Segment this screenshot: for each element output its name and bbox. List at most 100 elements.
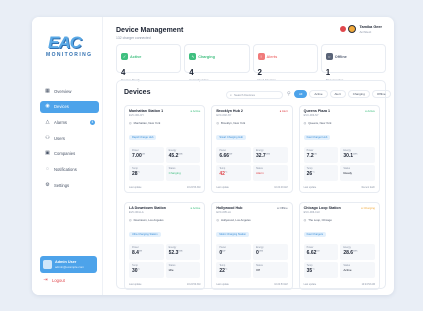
status-badge: ● Charging bbox=[361, 206, 375, 210]
device-tag: Rapid Charge Hub bbox=[129, 135, 157, 140]
temp-unit: °C bbox=[312, 268, 315, 271]
power-unit: kW bbox=[141, 153, 145, 156]
device-id: EVC-001-NY bbox=[129, 114, 144, 117]
card-footer: Last update 10:24:53 AM bbox=[129, 186, 200, 189]
status-text: Charging bbox=[363, 206, 375, 210]
page-subtitle: 132 charger connected bbox=[116, 36, 151, 40]
sidebar-item-companies[interactable]: ▣ Companies bbox=[40, 148, 99, 160]
device-card[interactable]: Brooklyn Hub 2 EVC-002-NY ● Alert ◎ Brooklyn… bbox=[211, 105, 293, 193]
sidebar-item-label: Notifications bbox=[54, 166, 77, 172]
stat-value: 4 bbox=[121, 68, 126, 77]
device-card[interactable]: Queens Plaza 1 EVC-003-NY ● Active ◎ Queens,… bbox=[298, 105, 380, 193]
sidebar-nav: ▦ Overview ◉ Devices △ Alarms 4 ⚇ Users … bbox=[40, 85, 99, 195]
metric-value: 28°C bbox=[132, 171, 161, 177]
energy-value: 30.1 bbox=[343, 153, 354, 159]
sidebar-item-label: Overview bbox=[54, 88, 72, 94]
logout-button[interactable]: ⇥ Logout bbox=[43, 278, 64, 284]
device-card[interactable]: Chicago Loop Station EVC-006-CHI ● Chargin… bbox=[298, 202, 380, 290]
device-id: EVC-003-NY bbox=[303, 114, 319, 117]
last-update-label: Last update bbox=[216, 283, 229, 286]
filter-icon[interactable]: ⚲ bbox=[287, 91, 291, 97]
energy-value: 52.3 bbox=[168, 250, 179, 256]
status-value: Charging bbox=[168, 171, 181, 175]
metric-value: 32.7kWh bbox=[256, 153, 285, 159]
metric-energy: Energy 28.6kWh bbox=[340, 244, 375, 260]
devices-title: Devices bbox=[124, 89, 151, 96]
device-location: ◎ Queens, New York bbox=[304, 121, 375, 125]
building-icon: ▣ bbox=[45, 150, 50, 157]
metric-value: 45.2kWh bbox=[169, 153, 198, 159]
metric-value: 30°C bbox=[132, 268, 161, 274]
metric-temp: Temp 35°C bbox=[303, 262, 339, 278]
metric-energy: Energy 32.7kWh bbox=[252, 147, 288, 163]
device-tag: Ultra Charging Station bbox=[129, 232, 161, 237]
power-unit: kW bbox=[138, 250, 143, 253]
header-user[interactable]: Tamika Geer Architect bbox=[340, 25, 382, 34]
metric-label: Temp bbox=[306, 264, 313, 267]
device-card[interactable]: Manhattan Station 1 EVC-001-NY ● Active ◎ Ma… bbox=[124, 105, 206, 193]
avatar bbox=[43, 260, 52, 269]
sidebar-user-card[interactable]: Admin User admin@example.com bbox=[40, 256, 97, 273]
filter-charging[interactable]: Charging bbox=[347, 90, 370, 98]
metric-value: 35°C bbox=[307, 268, 336, 274]
metric-label: Energy bbox=[168, 246, 177, 249]
avatar bbox=[348, 25, 357, 34]
sidebar-item-notifications[interactable]: ◌ Notifications bbox=[40, 163, 99, 175]
location-pin-icon: ◎ bbox=[216, 218, 219, 222]
location-text: Downtown, Los Angeles bbox=[133, 218, 164, 222]
last-update-label: Last update bbox=[303, 283, 317, 286]
stat-card-offline[interactable]: ○ Offline 1 Disconnection bbox=[320, 44, 386, 82]
metric-status: Status Active bbox=[340, 262, 375, 278]
device-card[interactable]: LA Downtown Station EVC-004-LA ● Active ◎ Do… bbox=[124, 202, 206, 290]
filter-offline[interactable]: Offline bbox=[371, 90, 391, 98]
temp-unit: °C bbox=[224, 268, 228, 271]
notification-bell-icon[interactable] bbox=[340, 25, 348, 33]
energy-value: 32.7 bbox=[255, 153, 266, 159]
devices-icon: ◉ bbox=[45, 103, 50, 110]
search-input[interactable]: ⌕ Search Devices bbox=[226, 91, 283, 99]
filter-all[interactable]: All bbox=[294, 90, 308, 98]
device-location: ◎ Manhattan, New York bbox=[129, 121, 200, 125]
device-id: EVC-002-NY bbox=[216, 114, 232, 117]
sidebar-item-settings[interactable]: ⚙ Settings bbox=[40, 179, 99, 191]
metric-value: 30.1kWh bbox=[343, 153, 372, 159]
sidebar-item-alarms[interactable]: △ Alarms 4 bbox=[40, 116, 99, 128]
status-text: Active bbox=[367, 109, 375, 113]
sidebar-item-overview[interactable]: ▦ Overview bbox=[40, 85, 99, 97]
filter-alert[interactable]: Alert bbox=[329, 90, 346, 98]
stat-card-alerts[interactable]: ! Alerts 2 Need Attention bbox=[252, 44, 318, 82]
devices-panel: Devices ⌕ Search Devices ⚲ All Active Al… bbox=[116, 80, 391, 290]
card-footer: Last update 10:24:49 AM bbox=[216, 186, 287, 189]
metric-label: Power bbox=[219, 149, 227, 152]
filter-active[interactable]: Active bbox=[309, 90, 328, 98]
device-card[interactable]: Hollywood Hub EVC-005-LA ● Offline ◎ Hollywo… bbox=[211, 202, 293, 290]
stat-card-active[interactable]: ✓ Active 4 Devices Ready bbox=[116, 44, 182, 82]
metric-label: Energy bbox=[255, 246, 264, 249]
sidebar-item-label: Companies bbox=[54, 151, 76, 157]
last-update-time: 10:24:53 AM bbox=[274, 283, 288, 286]
app-window: EAC MONITORING ▦ Overview ◉ Devices △ Al… bbox=[32, 17, 394, 295]
metric-temp: Temp 28°C bbox=[129, 165, 164, 181]
metric-value: 26°C bbox=[307, 171, 336, 177]
metric-label: Status bbox=[168, 167, 176, 170]
device-location: ◎ Hollywood, Los Angeles bbox=[216, 218, 287, 222]
status-value: Idle bbox=[168, 268, 174, 272]
last-update-time: 10:24:49 AM bbox=[274, 186, 288, 189]
sidebar-item-label: Alarms bbox=[54, 119, 68, 125]
stat-card-charging[interactable]: ϟ Charging 4 Currently Active bbox=[184, 44, 250, 82]
metric-value: 52.3kWh bbox=[169, 250, 198, 256]
stat-label: Alerts bbox=[266, 54, 278, 59]
last-update-time: 10:24:50 AM bbox=[186, 283, 201, 286]
metric-temp: Temp 22°C bbox=[216, 262, 251, 278]
sidebar-item-devices[interactable]: ◉ Devices bbox=[40, 100, 99, 113]
status-text: Alert bbox=[281, 109, 288, 113]
metric-label: Status bbox=[168, 264, 176, 267]
energy-unit: kWh bbox=[353, 250, 358, 253]
stat-value: 4 bbox=[189, 68, 194, 77]
metric-status: Status Charging bbox=[165, 165, 201, 181]
last-update-label: Last update bbox=[129, 186, 142, 189]
sidebar-item-users[interactable]: ⚇ Users bbox=[40, 132, 99, 144]
users-icon: ⚇ bbox=[45, 134, 50, 141]
card-footer: Last update 10:24:50 AM bbox=[129, 283, 200, 286]
metric-status: Status Off bbox=[252, 262, 288, 278]
